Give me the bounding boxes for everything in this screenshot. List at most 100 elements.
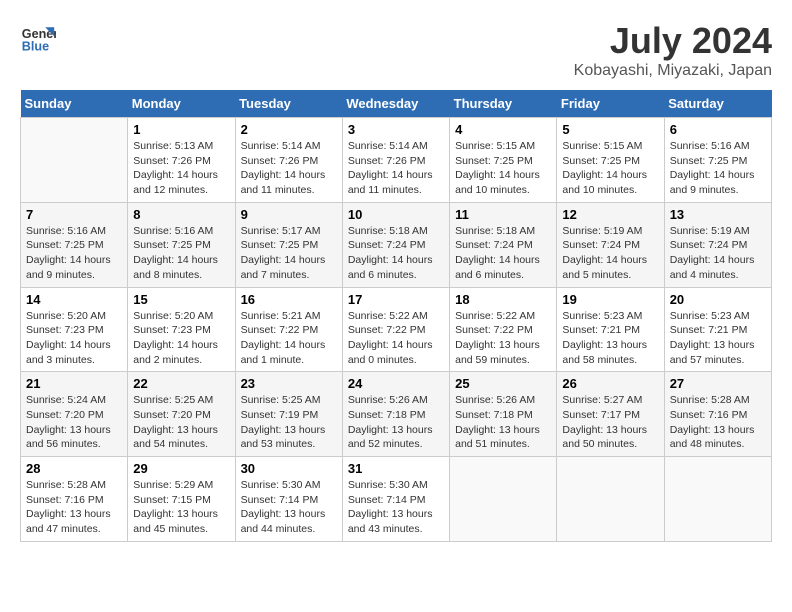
- weekday-header-cell: Sunday: [21, 90, 128, 118]
- calendar-day-cell: 8 Sunrise: 5:16 AM Sunset: 7:25 PM Daylig…: [128, 202, 235, 287]
- main-title: July 2024: [574, 20, 772, 62]
- subtitle: Kobayashi, Miyazaki, Japan: [574, 62, 772, 80]
- day-number: 1: [133, 122, 229, 137]
- logo: General Blue: [20, 20, 56, 56]
- day-number: 12: [562, 207, 658, 222]
- day-number: 29: [133, 461, 229, 476]
- day-number: 27: [670, 376, 766, 391]
- day-info: Sunrise: 5:15 AM Sunset: 7:25 PM Dayligh…: [562, 139, 658, 198]
- day-info: Sunrise: 5:26 AM Sunset: 7:18 PM Dayligh…: [455, 393, 551, 452]
- day-number: 15: [133, 292, 229, 307]
- day-info: Sunrise: 5:19 AM Sunset: 7:24 PM Dayligh…: [562, 224, 658, 283]
- day-info: Sunrise: 5:23 AM Sunset: 7:21 PM Dayligh…: [562, 309, 658, 368]
- calendar-day-cell: 15 Sunrise: 5:20 AM Sunset: 7:23 PM Dayli…: [128, 287, 235, 372]
- day-number: 11: [455, 207, 551, 222]
- day-info: Sunrise: 5:24 AM Sunset: 7:20 PM Dayligh…: [26, 393, 122, 452]
- calendar-day-cell: 1 Sunrise: 5:13 AM Sunset: 7:26 PM Daylig…: [128, 118, 235, 203]
- calendar-day-cell: 11Sunrise: 5:18 AM Sunset: 7:24 PM Dayli…: [450, 202, 557, 287]
- weekday-header-cell: Wednesday: [342, 90, 449, 118]
- calendar-day-cell: 24 Sunrise: 5:26 AM Sunset: 7:18 PM Dayli…: [342, 372, 449, 457]
- calendar-day-cell: 12 Sunrise: 5:19 AM Sunset: 7:24 PM Dayli…: [557, 202, 664, 287]
- calendar-day-cell: 31 Sunrise: 5:30 AM Sunset: 7:14 PM Dayli…: [342, 457, 449, 542]
- day-number: 28: [26, 461, 122, 476]
- day-info: Sunrise: 5:28 AM Sunset: 7:16 PM Dayligh…: [670, 393, 766, 452]
- day-info: Sunrise: 5:15 AM Sunset: 7:25 PM Dayligh…: [455, 139, 551, 198]
- weekday-header-cell: Thursday: [450, 90, 557, 118]
- day-info: Sunrise: 5:28 AM Sunset: 7:16 PM Dayligh…: [26, 478, 122, 537]
- day-number: 7: [26, 207, 122, 222]
- calendar-day-cell: 17 Sunrise: 5:22 AM Sunset: 7:22 PM Dayli…: [342, 287, 449, 372]
- day-info: Sunrise: 5:13 AM Sunset: 7:26 PM Dayligh…: [133, 139, 229, 198]
- day-info: Sunrise: 5:14 AM Sunset: 7:26 PM Dayligh…: [241, 139, 337, 198]
- calendar-day-cell: 22 Sunrise: 5:25 AM Sunset: 7:20 PM Dayli…: [128, 372, 235, 457]
- calendar-body: 1 Sunrise: 5:13 AM Sunset: 7:26 PM Daylig…: [21, 118, 772, 542]
- day-info: Sunrise: 5:18 AM Sunset: 7:24 PM Dayligh…: [348, 224, 444, 283]
- day-number: 26: [562, 376, 658, 391]
- day-number: 22: [133, 376, 229, 391]
- weekday-header-cell: Friday: [557, 90, 664, 118]
- calendar-day-cell: [664, 457, 771, 542]
- day-number: 20: [670, 292, 766, 307]
- calendar-day-cell: 16 Sunrise: 5:21 AM Sunset: 7:22 PM Dayli…: [235, 287, 342, 372]
- day-info: Sunrise: 5:17 AM Sunset: 7:25 PM Dayligh…: [241, 224, 337, 283]
- calendar-day-cell: 7 Sunrise: 5:16 AM Sunset: 7:25 PM Daylig…: [21, 202, 128, 287]
- day-info: Sunrise: 5:21 AM Sunset: 7:22 PM Dayligh…: [241, 309, 337, 368]
- calendar-day-cell: 18Sunrise: 5:22 AM Sunset: 7:22 PM Dayli…: [450, 287, 557, 372]
- title-block: July 2024 Kobayashi, Miyazaki, Japan: [574, 20, 772, 80]
- calendar-day-cell: [450, 457, 557, 542]
- day-number: 6: [670, 122, 766, 137]
- calendar-day-cell: 13 Sunrise: 5:19 AM Sunset: 7:24 PM Dayli…: [664, 202, 771, 287]
- day-info: Sunrise: 5:16 AM Sunset: 7:25 PM Dayligh…: [133, 224, 229, 283]
- day-number: 8: [133, 207, 229, 222]
- day-info: Sunrise: 5:23 AM Sunset: 7:21 PM Dayligh…: [670, 309, 766, 368]
- calendar-day-cell: 6 Sunrise: 5:16 AM Sunset: 7:25 PM Daylig…: [664, 118, 771, 203]
- calendar-day-cell: 10 Sunrise: 5:18 AM Sunset: 7:24 PM Dayli…: [342, 202, 449, 287]
- day-number: 14: [26, 292, 122, 307]
- day-number: 16: [241, 292, 337, 307]
- weekday-header-cell: Saturday: [664, 90, 771, 118]
- day-number: 21: [26, 376, 122, 391]
- day-info: Sunrise: 5:25 AM Sunset: 7:19 PM Dayligh…: [241, 393, 337, 452]
- calendar-week-row: 28 Sunrise: 5:28 AM Sunset: 7:16 PM Dayli…: [21, 457, 772, 542]
- calendar-week-row: 21 Sunrise: 5:24 AM Sunset: 7:20 PM Dayli…: [21, 372, 772, 457]
- weekday-header-cell: Monday: [128, 90, 235, 118]
- calendar-day-cell: 26 Sunrise: 5:27 AM Sunset: 7:17 PM Dayli…: [557, 372, 664, 457]
- day-number: 24: [348, 376, 444, 391]
- day-info: Sunrise: 5:27 AM Sunset: 7:17 PM Dayligh…: [562, 393, 658, 452]
- calendar-day-cell: 5 Sunrise: 5:15 AM Sunset: 7:25 PM Daylig…: [557, 118, 664, 203]
- calendar-week-row: 14 Sunrise: 5:20 AM Sunset: 7:23 PM Dayli…: [21, 287, 772, 372]
- day-number: 13: [670, 207, 766, 222]
- day-info: Sunrise: 5:14 AM Sunset: 7:26 PM Dayligh…: [348, 139, 444, 198]
- day-info: Sunrise: 5:20 AM Sunset: 7:23 PM Dayligh…: [133, 309, 229, 368]
- day-number: 25: [455, 376, 551, 391]
- calendar-day-cell: 3 Sunrise: 5:14 AM Sunset: 7:26 PM Daylig…: [342, 118, 449, 203]
- day-info: Sunrise: 5:30 AM Sunset: 7:14 PM Dayligh…: [348, 478, 444, 537]
- day-info: Sunrise: 5:16 AM Sunset: 7:25 PM Dayligh…: [26, 224, 122, 283]
- calendar-day-cell: 19Sunrise: 5:23 AM Sunset: 7:21 PM Dayli…: [557, 287, 664, 372]
- logo-icon: General Blue: [20, 20, 56, 56]
- day-info: Sunrise: 5:16 AM Sunset: 7:25 PM Dayligh…: [670, 139, 766, 198]
- day-info: Sunrise: 5:30 AM Sunset: 7:14 PM Dayligh…: [241, 478, 337, 537]
- day-info: Sunrise: 5:22 AM Sunset: 7:22 PM Dayligh…: [455, 309, 551, 368]
- day-number: 5: [562, 122, 658, 137]
- day-number: 31: [348, 461, 444, 476]
- day-info: Sunrise: 5:26 AM Sunset: 7:18 PM Dayligh…: [348, 393, 444, 452]
- calendar-day-cell: 2 Sunrise: 5:14 AM Sunset: 7:26 PM Daylig…: [235, 118, 342, 203]
- day-number: 2: [241, 122, 337, 137]
- page-header: General Blue July 2024 Kobayashi, Miyaza…: [20, 20, 772, 80]
- day-number: 10: [348, 207, 444, 222]
- weekday-header-row: SundayMondayTuesdayWednesdayThursdayFrid…: [21, 90, 772, 118]
- day-info: Sunrise: 5:25 AM Sunset: 7:20 PM Dayligh…: [133, 393, 229, 452]
- day-info: Sunrise: 5:22 AM Sunset: 7:22 PM Dayligh…: [348, 309, 444, 368]
- svg-text:Blue: Blue: [22, 40, 49, 54]
- day-number: 23: [241, 376, 337, 391]
- calendar-day-cell: 28 Sunrise: 5:28 AM Sunset: 7:16 PM Dayli…: [21, 457, 128, 542]
- day-number: 9: [241, 207, 337, 222]
- day-info: Sunrise: 5:19 AM Sunset: 7:24 PM Dayligh…: [670, 224, 766, 283]
- calendar-day-cell: 25 Sunrise: 5:26 AM Sunset: 7:18 PM Dayli…: [450, 372, 557, 457]
- day-number: 17: [348, 292, 444, 307]
- calendar-day-cell: 23 Sunrise: 5:25 AM Sunset: 7:19 PM Dayli…: [235, 372, 342, 457]
- calendar-day-cell: 14Sunrise: 5:20 AM Sunset: 7:23 PM Dayli…: [21, 287, 128, 372]
- calendar-day-cell: 4Sunrise: 5:15 AM Sunset: 7:25 PM Daylig…: [450, 118, 557, 203]
- day-number: 3: [348, 122, 444, 137]
